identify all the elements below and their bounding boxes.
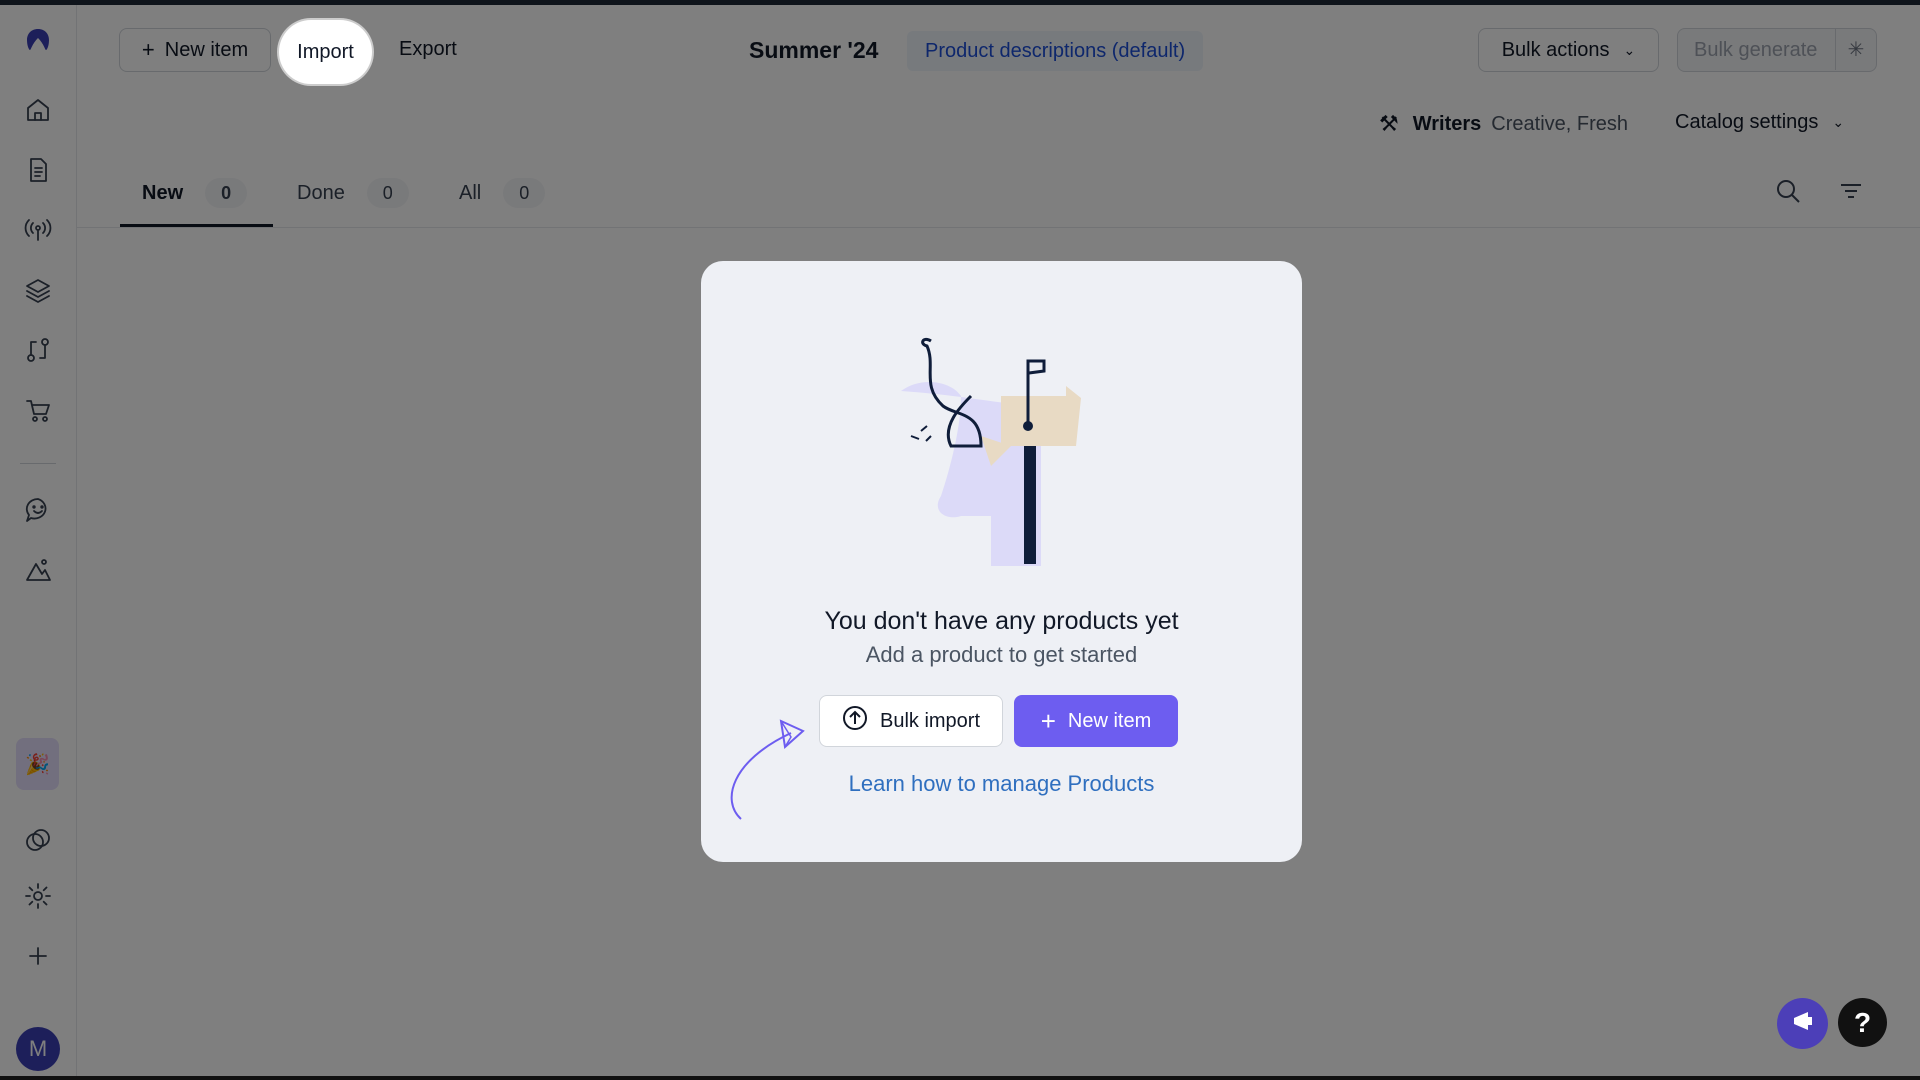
import-label: Import (297, 40, 354, 63)
upload-icon (842, 705, 868, 737)
help-button[interactable]: ? (1838, 998, 1887, 1047)
bottom-strip (0, 1076, 1920, 1080)
plus-icon: + (1040, 705, 1056, 736)
megaphone-icon (1790, 1008, 1816, 1039)
import-button[interactable]: Import (279, 20, 372, 84)
mailbox-illustration (901, 337, 1081, 566)
bulk-import-label: Bulk import (879, 709, 981, 732)
arrow-doodle (730, 719, 805, 820)
feedback-button[interactable] (1777, 998, 1828, 1049)
modal-title: You don't have any products yet (824, 607, 1179, 635)
bulk-import-button[interactable]: Bulk import (819, 695, 1003, 747)
modal-subtitle: Add a product to get started (865, 642, 1138, 667)
modal-new-item-button[interactable]: + New item (1014, 695, 1178, 747)
empty-state-modal: You don't have any products yet Add a pr… (701, 261, 1302, 862)
modal-new-item-label: New item (1067, 709, 1152, 732)
help-icon: ? (1853, 1006, 1872, 1038)
learn-products-link-text: Learn how to manage Products (848, 771, 1155, 796)
